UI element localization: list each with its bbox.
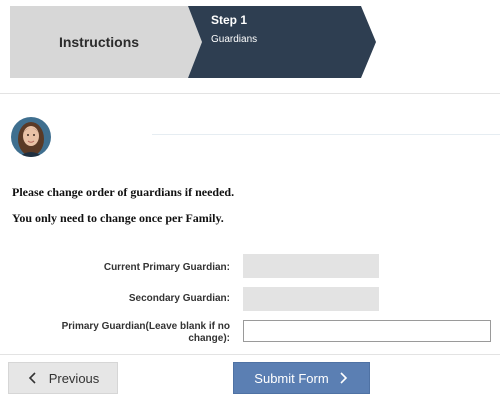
- notice-once-per-family: You only need to change once per Family.: [12, 211, 224, 225]
- current-primary-guardian-value: [243, 254, 379, 278]
- chevron-right-icon: [340, 372, 347, 384]
- step-number-label: Step 1: [211, 13, 248, 27]
- submit-form-button-label: Submit Form: [254, 370, 329, 386]
- wizard-steps: Instructions Step 1 Guardians: [0, 0, 500, 90]
- header-divider: [0, 93, 500, 94]
- notice-change-order: Please change order of guardians if need…: [12, 185, 235, 199]
- secondary-guardian-label: Secondary Guardian:: [128, 293, 230, 304]
- primary-guardian-input-label: Primary Guardian(Leave blank if no chang…: [61, 321, 230, 344]
- page: Instructions Step 1 Guardians Please cha…: [0, 0, 500, 401]
- avatar: [11, 117, 51, 157]
- step-name-label: Guardians: [211, 34, 258, 45]
- previous-button[interactable]: Previous: [8, 362, 118, 394]
- avatar-divider: [152, 134, 500, 135]
- primary-guardian-input[interactable]: [243, 320, 491, 342]
- footer-divider: [0, 354, 500, 355]
- previous-button-label: Previous: [48, 370, 100, 386]
- submit-form-button[interactable]: Submit Form: [233, 362, 370, 394]
- chevron-left-icon: [28, 372, 36, 384]
- step-instructions-label[interactable]: Instructions: [10, 6, 188, 78]
- secondary-guardian-value: [243, 287, 379, 311]
- current-primary-guardian-label: Current Primary Guardian:: [103, 262, 230, 273]
- avatar-image: [11, 117, 51, 157]
